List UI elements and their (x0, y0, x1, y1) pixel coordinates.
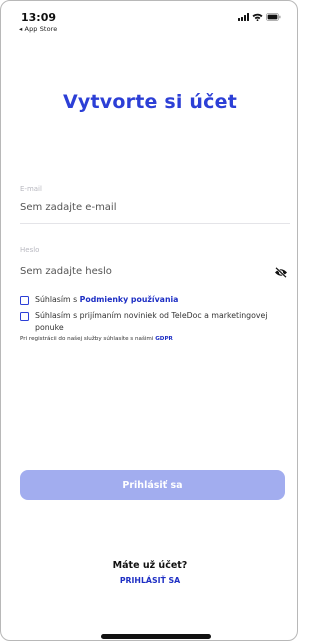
password-label: Heslo (20, 246, 40, 254)
login-link[interactable]: PRIHLÁSIŤ SA (1, 576, 297, 585)
battery-icon (266, 13, 281, 21)
signal-icon (238, 13, 249, 21)
terms-consent-text: Súhlasím s Podmienky používania (35, 294, 275, 306)
newsletter-checkbox[interactable] (20, 311, 29, 321)
app-screen: 13:09 ◂ App Store Vytvorte si účet E-mai… (0, 0, 298, 641)
email-field[interactable] (20, 198, 262, 216)
terms-checkbox[interactable] (20, 295, 29, 305)
home-indicator (101, 634, 211, 639)
terms-prefix: Súhlasím s (35, 295, 80, 304)
status-icons (238, 13, 281, 21)
eye-slash-icon[interactable] (273, 265, 289, 279)
terms-consent-row[interactable]: Súhlasím s Podmienky používania (20, 294, 275, 306)
status-time: 13:09 (21, 11, 57, 24)
have-account-text: Máte už účet? (112, 560, 188, 571)
back-to-app-store-link[interactable]: ◂ App Store (19, 25, 57, 33)
gdpr-link[interactable]: GDPR (155, 336, 173, 342)
email-label: E-mail (20, 185, 42, 193)
submit-button[interactable]: Prihlásiť sa (20, 470, 285, 500)
page-title: Vytvorte si účet (63, 91, 237, 113)
password-field[interactable] (20, 262, 262, 280)
newsletter-consent-row[interactable]: Súhlasím s prijímaním noviniek od TeleDo… (20, 310, 275, 334)
wifi-icon (252, 13, 263, 21)
terms-link[interactable]: Podmienky používania (80, 295, 179, 304)
gdpr-prefix: Pri registrácii do našej služby súhlasít… (20, 336, 156, 342)
email-divider (20, 223, 290, 224)
gdpr-notice: Pri registrácii do našej služby súhlasít… (20, 336, 173, 342)
newsletter-consent-text: Súhlasím s prijímaním noviniek od TeleDo… (35, 311, 268, 332)
